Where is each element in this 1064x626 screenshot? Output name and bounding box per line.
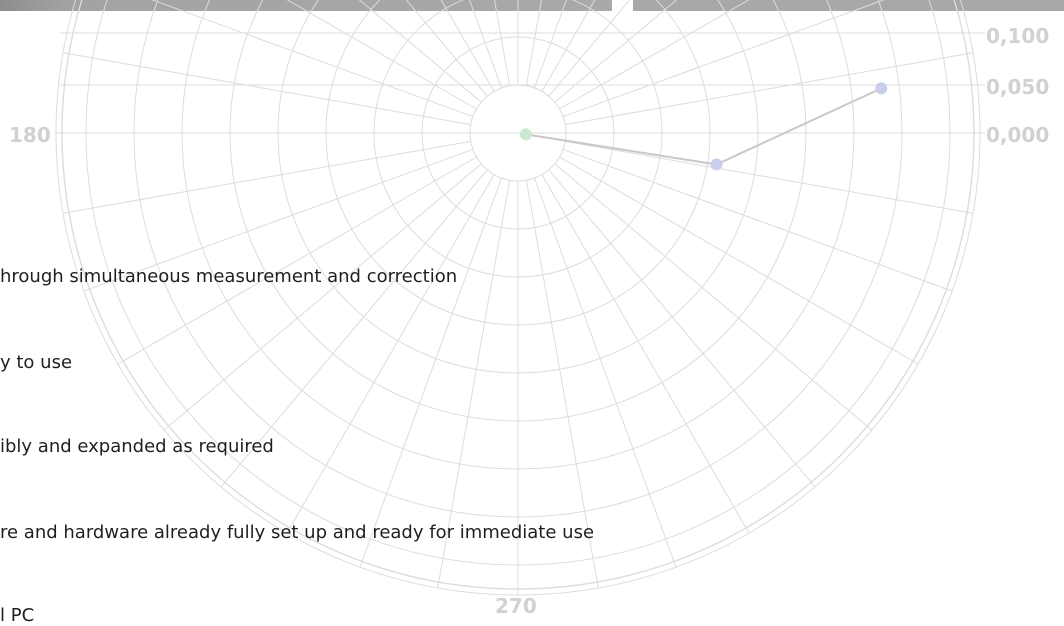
- grid-spoke: [533, 0, 567, 89]
- grid-spoke: [151, 0, 474, 118]
- angle-label-180: 180: [9, 123, 51, 147]
- grid-spoke: [541, 0, 596, 92]
- grid-spoke: [565, 52, 974, 126]
- grid-spoke: [62, 140, 471, 214]
- grid-spoke: [559, 0, 750, 110]
- angle-label-270: 270: [495, 594, 537, 618]
- grid-spoke: [286, 174, 495, 534]
- feature-text-3: ibly and expanded as required: [0, 436, 274, 457]
- grid-spoke: [62, 52, 471, 126]
- polar-grid: [55, 0, 985, 596]
- radial-label-0000: 0,000: [986, 123, 1050, 147]
- grid-spoke: [541, 174, 750, 534]
- feature-text-2: y to use: [0, 352, 73, 373]
- grid-spoke: [117, 156, 477, 365]
- feature-text-1: hrough simultaneous measurement and corr…: [0, 266, 458, 287]
- radial-label-0050: 0,050: [986, 75, 1050, 99]
- grid-spoke: [565, 140, 974, 214]
- grid-spoke: [469, 0, 503, 89]
- grid-spoke: [562, 0, 885, 118]
- polar-series: [519, 82, 888, 171]
- series-point: [710, 158, 723, 171]
- grid-spoke: [286, 0, 477, 110]
- radial-label-0100: 0,100: [986, 24, 1050, 48]
- grid-spoke: [440, 0, 495, 92]
- grid-spoke: [548, 0, 631, 97]
- feature-text-5: l PC: [0, 605, 35, 626]
- grid-spoke: [405, 0, 488, 97]
- series-point: [519, 128, 532, 141]
- grid-spoke: [559, 156, 919, 365]
- feature-text-4: re and hardware already fully set up and…: [0, 522, 595, 543]
- series-point: [875, 82, 888, 95]
